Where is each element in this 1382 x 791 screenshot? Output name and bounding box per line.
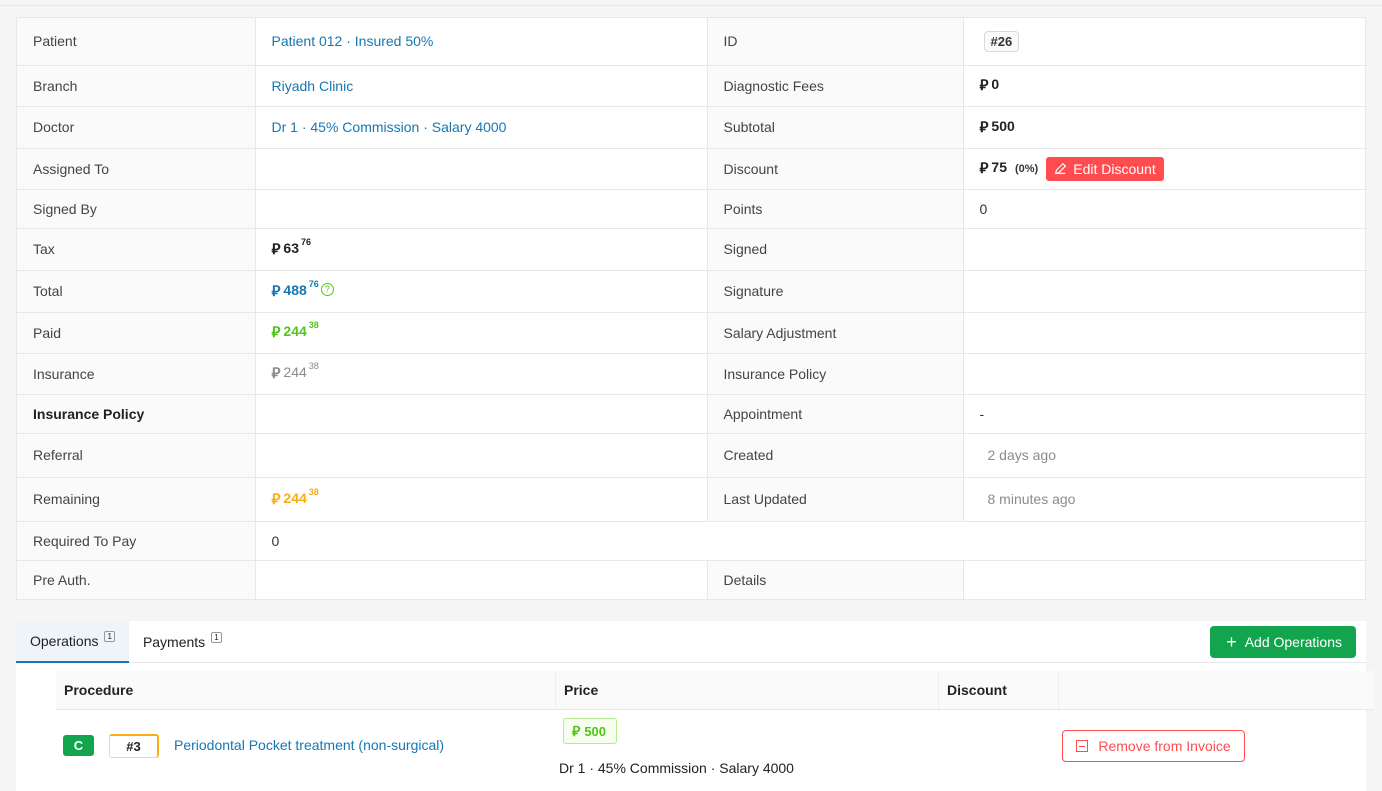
last-updated-value: 8 minutes ago [987, 491, 1076, 507]
tax-value: ⃁ 63 76 [271, 236, 312, 258]
header-discount: Discount [939, 671, 1059, 709]
label-diagnostic-fees: Diagnostic Fees [707, 65, 964, 107]
discount-percent: (0%) [1015, 162, 1039, 175]
label-remaining: Remaining [17, 477, 256, 522]
riyal-icon: ⃁ [979, 160, 989, 177]
tabs-bar: Operations 1 Payments 1 + Add Operations [16, 621, 1366, 663]
riyal-icon: ⃁ [979, 118, 989, 136]
tooth-number-tag: #3 [109, 734, 159, 758]
riyal-icon: ⃁ [271, 490, 281, 508]
procedure-link[interactable]: Periodontal Pocket treatment (non-surgic… [174, 737, 444, 753]
label-points: Points [707, 189, 964, 229]
insurance-value: ⃁ 244 38 [271, 361, 319, 382]
remaining-value: ⃁ 244 38 [271, 486, 319, 508]
label-salary-adjustment: Salary Adjustment [707, 312, 964, 354]
operations-table: Procedure Price Discount C #3 Periodonta… [56, 671, 1374, 782]
label-id: ID [707, 18, 964, 66]
minus-square-icon [1076, 740, 1089, 752]
edit-icon [1055, 162, 1067, 175]
label-created: Created [707, 433, 964, 478]
insurance-policy-right-value [963, 353, 1367, 395]
total-value: ⃁ 488 76? [271, 279, 334, 301]
riyal-icon: ⃁ [271, 324, 281, 341]
header-procedure: Procedure [56, 671, 556, 709]
invoice-details-card: Patient Patient 012 · Insured 50% ID #26… [16, 17, 1367, 600]
operations-panel: Operations 1 Payments 1 + Add Operations… [16, 621, 1374, 791]
label-paid: Paid [17, 312, 256, 354]
label-signature: Signature [707, 270, 964, 313]
label-pre-auth: Pre Auth. [17, 560, 256, 599]
signed-value [963, 228, 1367, 271]
referral-value [255, 433, 708, 478]
invoice-details-table: Patient Patient 012 · Insured 50% ID #26… [17, 18, 1367, 599]
label-required-to-pay: Required To Pay [17, 521, 256, 561]
add-operations-button[interactable]: + Add Operations [1210, 626, 1356, 658]
points-value: 0 [963, 189, 1367, 229]
label-patient: Patient [17, 18, 256, 66]
label-discount: Discount [707, 148, 964, 190]
label-assigned-to: Assigned To [17, 148, 256, 190]
label-signed-by: Signed By [17, 189, 256, 229]
label-insurance-policy: Insurance Policy [17, 394, 256, 434]
top-divider [0, 0, 1382, 6]
label-referral: Referral [17, 433, 256, 478]
label-total: Total [17, 270, 256, 313]
details-value [963, 560, 1367, 599]
label-details: Details [707, 560, 964, 599]
label-tax: Tax [17, 228, 256, 271]
label-subtotal: Subtotal [707, 106, 964, 149]
label-branch: Branch [17, 65, 256, 107]
label-signed: Signed [707, 228, 964, 271]
tab-payments[interactable]: Payments 1 [129, 621, 236, 663]
riyal-icon: ⃁ [271, 282, 281, 300]
discount-value: ⃁ 75 [979, 159, 1008, 177]
table-row: C #3 Periodontal Pocket treatment (non-s… [56, 710, 1374, 782]
operation-doctor: Dr 1 · 45% Commission · Salary 4000 [559, 760, 794, 776]
label-appointment: Appointment [707, 394, 964, 434]
label-insurance-policy-right: Insurance Policy [707, 353, 964, 395]
pre-auth-value [255, 560, 708, 599]
plus-icon: + [1226, 632, 1237, 652]
edit-discount-button[interactable]: Edit Discount [1046, 156, 1164, 181]
tab-operations[interactable]: Operations 1 [16, 621, 129, 663]
invoice-id-tag: #26 [983, 30, 1020, 52]
salary-adjustment-value [963, 312, 1367, 354]
diagnostic-fees-value: ⃁ 0 [979, 76, 1000, 94]
paid-value: ⃁ 244 38 [271, 320, 319, 341]
required-to-pay-value: 0 [255, 521, 1367, 561]
insurance-policy-value [255, 394, 708, 434]
status-badge: C [63, 735, 94, 756]
riyal-icon: ⃁ [271, 365, 281, 382]
subtotal-value: ⃁ 500 [979, 117, 1015, 136]
label-last-updated: Last Updated [707, 477, 964, 522]
doctor-link[interactable]: Dr 1 · 45% Commission · Salary 4000 [272, 119, 507, 135]
assigned-to-value [255, 148, 708, 190]
operations-count-badge: 1 [104, 630, 115, 642]
created-value: 2 days ago [987, 447, 1057, 463]
label-doctor: Doctor [17, 106, 256, 149]
remove-from-invoice-button[interactable]: Remove from Invoice [1062, 730, 1245, 762]
appointment-value: - [963, 394, 1367, 434]
signed-by-value [255, 189, 708, 229]
header-actions [1059, 671, 1374, 709]
branch-link[interactable]: Riyadh Clinic [272, 78, 354, 94]
label-insurance: Insurance [17, 353, 256, 395]
header-price: Price [556, 671, 939, 709]
riyal-icon: ⃁ [572, 723, 581, 739]
payments-count-badge: 1 [211, 631, 222, 643]
riyal-icon: ⃁ [271, 240, 281, 258]
patient-link[interactable]: Patient 012 · Insured 50% [272, 33, 434, 49]
signature-value [963, 270, 1367, 313]
price-tag: ⃁ 500 [563, 718, 618, 744]
riyal-icon: ⃁ [979, 77, 989, 94]
operations-table-header: Procedure Price Discount [56, 671, 1374, 710]
question-circle-icon[interactable]: ? [320, 282, 334, 296]
